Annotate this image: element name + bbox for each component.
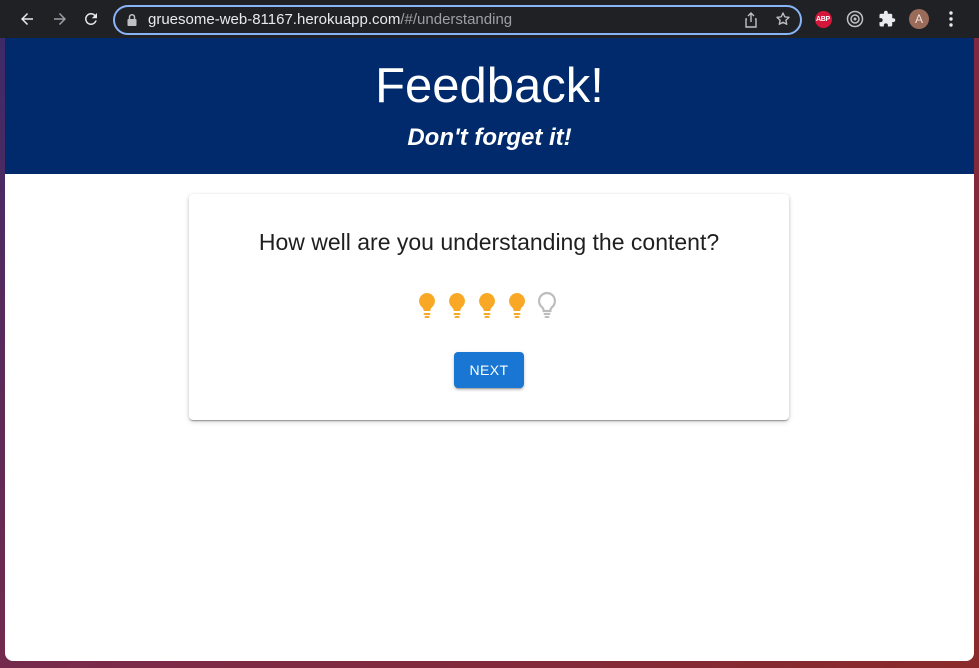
reload-button[interactable] bbox=[79, 7, 103, 31]
lightbulb-icon bbox=[537, 291, 557, 318]
rating-bulb-3[interactable] bbox=[475, 291, 499, 319]
rating-bulb-1[interactable] bbox=[415, 291, 439, 319]
arrow-right-icon bbox=[54, 13, 66, 25]
url-text[interactable]: gruesome-web-81167.herokuapp.com/#/under… bbox=[148, 11, 512, 28]
lock-icon bbox=[127, 13, 137, 26]
forward-button[interactable] bbox=[48, 7, 72, 31]
url-path: /#/understanding bbox=[400, 11, 513, 28]
share-icon[interactable] bbox=[744, 12, 758, 28]
reload-icon bbox=[84, 12, 97, 25]
browser-window: gruesome-web-81167.herokuapp.com/#/under… bbox=[0, 0, 979, 668]
lightbulb-icon bbox=[449, 293, 465, 318]
address-bar[interactable]: gruesome-web-81167.herokuapp.com/#/under… bbox=[113, 5, 802, 35]
puzzle-icon bbox=[879, 10, 896, 27]
page-viewport: Feedback! Don't forget it! How well are … bbox=[5, 38, 974, 661]
lightbulb-icon bbox=[419, 293, 435, 318]
lightbulb-icon bbox=[479, 293, 495, 318]
arrow-left-icon bbox=[21, 13, 33, 25]
rating-bulb-2[interactable] bbox=[445, 291, 469, 319]
feedback-card: How well are you understanding the conte… bbox=[189, 194, 789, 420]
next-button[interactable]: NEXT bbox=[454, 352, 524, 388]
lightbulb-icon bbox=[509, 293, 525, 318]
extensions-menu-button[interactable] bbox=[877, 9, 897, 29]
adblock-icon: ABP bbox=[814, 10, 832, 28]
star-icon[interactable] bbox=[775, 11, 791, 27]
app-header: Feedback! Don't forget it! bbox=[5, 38, 974, 174]
kebab-menu-icon bbox=[949, 11, 953, 27]
target-icon bbox=[846, 10, 864, 28]
extension-button[interactable] bbox=[845, 9, 865, 29]
url-host: gruesome-web-81167.herokuapp.com bbox=[148, 11, 401, 28]
back-button[interactable] bbox=[15, 7, 39, 31]
browser-toolbar: gruesome-web-81167.herokuapp.com/#/under… bbox=[0, 0, 979, 38]
page-subtitle: Don't forget it! bbox=[407, 124, 572, 151]
avatar: A bbox=[909, 9, 929, 29]
rating-bulb-4[interactable] bbox=[505, 291, 529, 319]
page-title: Feedback! bbox=[375, 59, 604, 113]
question-text: How well are you understanding the conte… bbox=[258, 229, 720, 255]
adblock-extension-button[interactable]: ABP bbox=[813, 9, 833, 29]
profile-button[interactable]: A bbox=[909, 9, 929, 29]
browser-menu-button[interactable] bbox=[941, 9, 961, 29]
rating-bulb-5[interactable] bbox=[535, 291, 559, 319]
understanding-rating[interactable] bbox=[415, 291, 559, 319]
